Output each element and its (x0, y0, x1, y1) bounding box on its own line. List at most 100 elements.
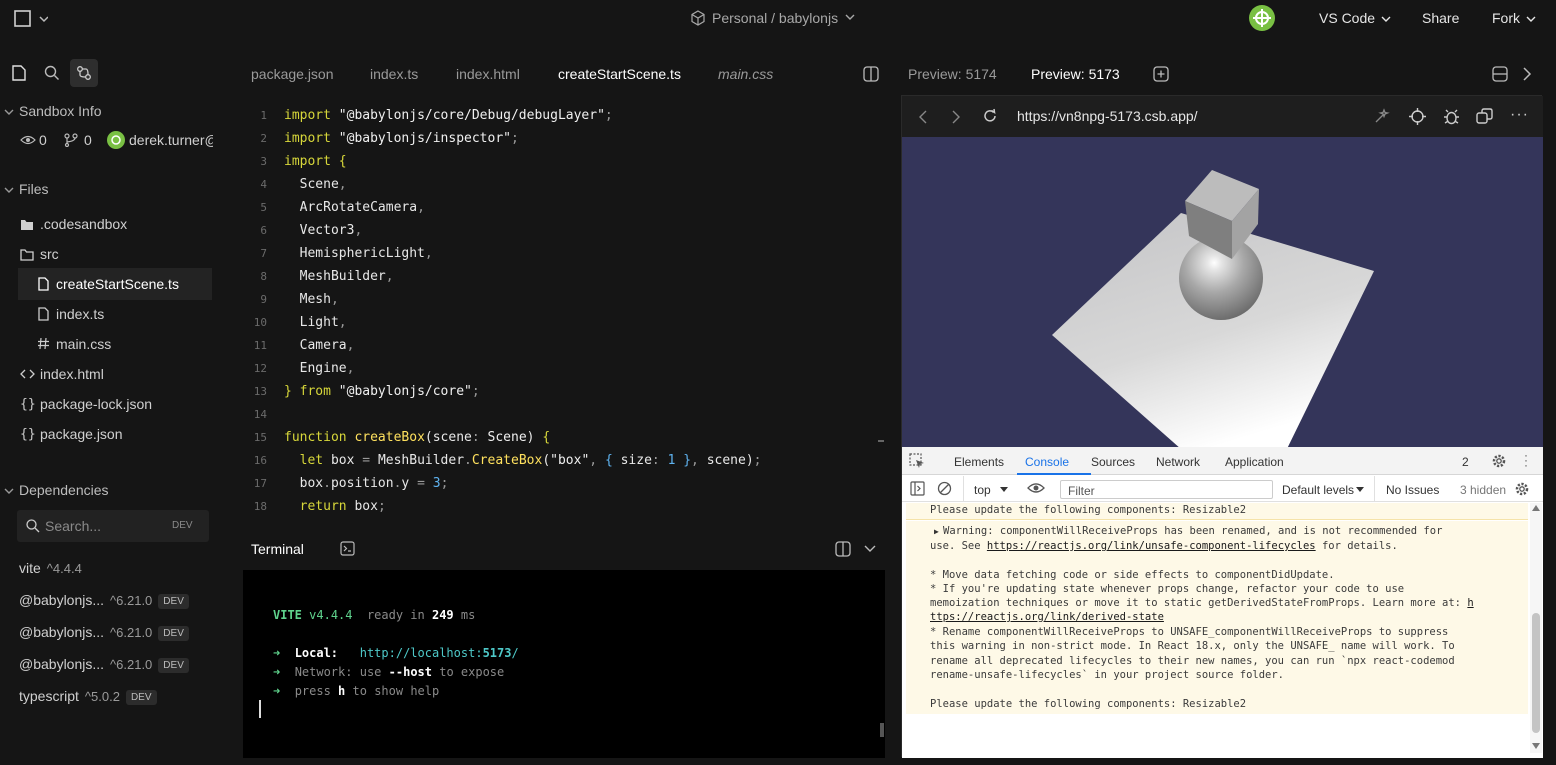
crosshair-icon[interactable] (1409, 108, 1426, 125)
dependencies-heading[interactable]: Dependencies (19, 482, 109, 498)
tab-main-css[interactable]: main.css (718, 66, 773, 82)
terminal-icon[interactable] (340, 541, 355, 556)
caret-down-icon[interactable] (1000, 487, 1008, 492)
files-heading[interactable]: Files (19, 181, 49, 197)
split-terminal-icon[interactable] (835, 541, 851, 557)
chevron-down-icon[interactable] (864, 545, 876, 553)
no-issues-button[interactable]: No Issues (1386, 483, 1439, 497)
tab-package-json[interactable]: package.json (251, 66, 334, 82)
file-tree-item[interactable]: src (40, 246, 59, 262)
author-name[interactable]: derek.turner@ (129, 132, 213, 148)
chevron-down-icon[interactable] (4, 487, 14, 495)
dependency-item[interactable]: @babylonjs... ^6.21.0 DEV (19, 592, 189, 609)
author-avatar (107, 131, 125, 149)
expand-triangle-icon[interactable]: ▶ (934, 527, 939, 536)
file-tree-item[interactable]: .codesandbox (40, 216, 127, 232)
search-icon[interactable] (44, 65, 60, 81)
breadcrumb[interactable]: Personal / babylonjs (712, 10, 838, 26)
devtools-tab-sources[interactable]: Sources (1091, 455, 1135, 469)
tab-preview-5174[interactable]: Preview: 5174 (908, 66, 997, 82)
chevron-down-icon[interactable] (1381, 15, 1391, 23)
chevron-down-icon[interactable] (4, 108, 14, 116)
split-editor-icon[interactable] (863, 66, 879, 82)
ms-unit: ms (460, 608, 476, 622)
chevron-down-icon[interactable] (845, 13, 855, 21)
devtools-tab-application[interactable]: Application (1225, 455, 1284, 469)
cube-icon (690, 10, 706, 26)
file-tree-item[interactable]: main.css (56, 336, 111, 352)
dependency-search[interactable]: Search... DEV (17, 510, 209, 542)
dependency-item[interactable]: vite ^4.4.4 (19, 560, 82, 576)
file-tree-item[interactable]: createStartScene.ts (56, 276, 179, 292)
console-scrollbar[interactable] (1530, 503, 1542, 753)
babylon-scene-canvas[interactable] (902, 137, 1543, 447)
log-levels-select[interactable]: Default levels (1282, 483, 1354, 497)
back-icon[interactable] (919, 110, 928, 124)
git-branch-icon[interactable] (70, 59, 98, 87)
share-button[interactable]: Share (1422, 10, 1459, 26)
context-select[interactable]: top (974, 483, 991, 497)
add-tab-icon[interactable] (1153, 66, 1169, 82)
url-input[interactable]: https://vn8npg-5173.csb.app/ (1017, 108, 1198, 124)
scroll-up-icon[interactable] (1532, 505, 1540, 511)
sidebar-toggle-icon[interactable] (910, 481, 925, 496)
warning-link[interactable]: https://reactjs.org/link/unsafe-componen… (987, 540, 1316, 552)
inspect-element-icon[interactable] (909, 453, 925, 469)
warning-link[interactable]: h (1467, 597, 1473, 609)
fork-button[interactable]: Fork (1492, 10, 1520, 26)
editor-select-button[interactable]: VS Code (1319, 10, 1375, 26)
file-tree-item[interactable]: package.json (40, 426, 123, 442)
dependency-item[interactable]: @babylonjs... ^6.21.0 DEV (19, 656, 189, 673)
more-icon[interactable]: ··· (1510, 107, 1529, 123)
clear-console-icon[interactable] (937, 481, 952, 496)
file-icon[interactable] (12, 65, 26, 81)
file-tree-item[interactable]: package-lock.json (40, 396, 152, 412)
warning-line: * If you're updating state whenever prop… (930, 583, 1405, 595)
dependency-version: ^5.0.2 (84, 689, 120, 704)
layout-icon[interactable] (1492, 66, 1508, 82)
devtools-tab-elements[interactable]: Elements (954, 455, 1004, 469)
console-message[interactable]: Please update the following components: … (906, 503, 1528, 520)
dependency-search-input[interactable]: Search... (45, 518, 101, 534)
devtools-tab-console[interactable]: Console (1025, 455, 1069, 469)
sandbox-info-heading[interactable]: Sandbox Info (19, 103, 102, 119)
local-url[interactable]: http://localhost:5173/ (360, 646, 519, 660)
file-tree-item[interactable]: index.ts (56, 306, 104, 322)
dependency-item[interactable]: @babylonjs... ^6.21.0 DEV (19, 624, 189, 641)
chevron-down-icon[interactable] (1526, 15, 1536, 23)
scroll-indicator[interactable] (878, 440, 884, 442)
refresh-icon[interactable] (982, 108, 998, 124)
terminal-scrollbar[interactable] (880, 723, 884, 737)
terminal-title[interactable]: Terminal (251, 541, 304, 557)
devtools-tab-network[interactable]: Network (1156, 455, 1200, 469)
magic-icon[interactable] (1374, 108, 1390, 124)
scrollbar-thumb[interactable] (1532, 613, 1540, 733)
file-tree-item[interactable]: index.html (40, 366, 104, 382)
tab-index-ts[interactable]: index.ts (370, 66, 418, 82)
dependency-item[interactable]: typescript ^5.0.2 DEV (19, 688, 157, 705)
tab-preview-5173[interactable]: Preview: 5173 (1031, 66, 1120, 82)
chevron-right-icon[interactable] (1522, 67, 1532, 81)
terminal-output[interactable]: VITE v4.4.4 ready in 249 ms ➜ Local: htt… (243, 570, 885, 758)
menu-square-icon[interactable] (14, 10, 48, 28)
caret-down-icon[interactable] (1356, 487, 1364, 492)
console-warning[interactable]: ▶ Warning: componentWillReceiveProps has… (906, 521, 1528, 714)
tab-index-html[interactable]: index.html (456, 66, 520, 82)
tab-create-start-scene[interactable]: createStartScene.ts (558, 66, 681, 82)
forward-icon[interactable] (951, 110, 960, 124)
issue-count[interactable]: 2 (1462, 455, 1469, 469)
line-number: 7 (260, 247, 267, 260)
eye-icon[interactable] (1027, 481, 1045, 495)
warning-link[interactable]: ttps://reactjs.org/link/derived-state (930, 611, 1164, 623)
more-vertical-icon[interactable]: · · · (1524, 449, 1528, 471)
gear-icon[interactable] (1514, 481, 1530, 497)
console-filter-input[interactable]: Filter (1060, 480, 1273, 499)
bug-icon[interactable] (1443, 108, 1460, 125)
dev-toggle[interactable]: DEV (172, 520, 193, 531)
chevron-down-icon[interactable] (4, 186, 14, 194)
open-new-window-icon[interactable] (1476, 108, 1493, 125)
gear-icon[interactable] (1491, 453, 1507, 469)
avatar[interactable] (1249, 5, 1275, 31)
line-number: 10 (253, 316, 267, 329)
scroll-down-icon[interactable] (1532, 743, 1540, 749)
